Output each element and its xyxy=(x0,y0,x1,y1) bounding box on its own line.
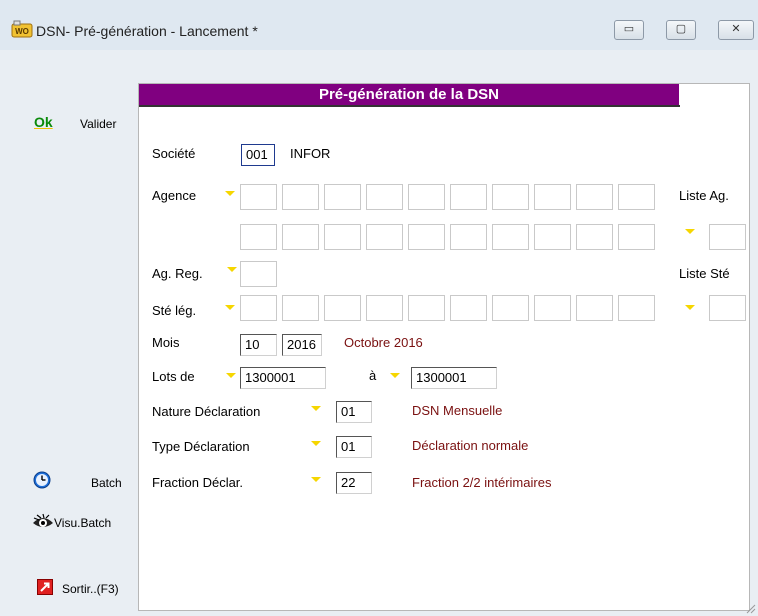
wo-app-icon: WO xyxy=(11,20,33,38)
ste-leg-box[interactable] xyxy=(282,295,319,321)
ste-leg-box[interactable] xyxy=(240,295,277,321)
agence-box[interactable] xyxy=(492,184,529,210)
agence-box[interactable] xyxy=(282,184,319,210)
maximize-button[interactable]: ▢ xyxy=(666,20,696,40)
minimize-button[interactable]: ▭ xyxy=(614,20,644,40)
type-label: Type Déclaration xyxy=(152,439,250,454)
agence-box[interactable] xyxy=(282,224,319,250)
liste-ag-label: Liste Ag. xyxy=(679,188,729,203)
eye-icon xyxy=(33,513,53,527)
ag-reg-field[interactable] xyxy=(240,261,277,287)
liste-ste-label: Liste Sté xyxy=(679,266,730,281)
title-bar: WO DSN- Pré-génération - Lancement * ▭ ▢… xyxy=(0,0,758,50)
agence-box[interactable] xyxy=(366,224,403,250)
societe-code-field[interactable]: 001 xyxy=(241,144,275,166)
agence-box[interactable] xyxy=(408,184,445,210)
fraction-dropdown-marker-icon[interactable] xyxy=(311,477,321,482)
agence-box[interactable] xyxy=(240,184,277,210)
type-text: Déclaration normale xyxy=(412,438,529,453)
agence-box[interactable] xyxy=(618,224,655,250)
ste-leg-box[interactable] xyxy=(450,295,487,321)
close-button[interactable]: ✕ xyxy=(718,20,754,40)
agence-box[interactable] xyxy=(450,184,487,210)
form-title: Pré-génération de la DSN xyxy=(139,84,679,106)
lots-from-dropdown-marker-icon[interactable] xyxy=(226,373,236,378)
clock-icon xyxy=(33,471,51,489)
agence-box[interactable] xyxy=(618,184,655,210)
resize-grip-icon[interactable] xyxy=(746,604,756,614)
agence-box[interactable] xyxy=(576,224,613,250)
a-label: à xyxy=(369,368,377,383)
agence-dropdown-marker-icon[interactable] xyxy=(225,191,235,196)
visu-batch-label: Visu.Batch xyxy=(54,516,112,530)
agence-box[interactable] xyxy=(450,224,487,250)
ste-leg-box[interactable] xyxy=(618,295,655,321)
ste-leg-label: Sté lég. xyxy=(152,303,197,318)
agence-box[interactable] xyxy=(240,224,277,250)
lots-label: Lots de xyxy=(152,369,195,384)
liste-ste-field[interactable] xyxy=(709,295,746,321)
fraction-field[interactable]: 22 xyxy=(336,472,372,494)
ag-reg-label: Ag. Reg. xyxy=(152,266,203,281)
annee-field[interactable]: 2016 xyxy=(282,334,322,356)
agence-box[interactable] xyxy=(324,184,361,210)
agence-box[interactable] xyxy=(534,184,571,210)
societe-name: INFOR xyxy=(290,146,331,161)
nature-text: DSN Mensuelle xyxy=(412,403,503,418)
exit-icon xyxy=(37,579,53,595)
ag-reg-dropdown-marker-icon[interactable] xyxy=(227,267,237,272)
agence-box[interactable] xyxy=(492,224,529,250)
mois-label: Mois xyxy=(152,335,180,350)
ste-leg-box[interactable] xyxy=(324,295,361,321)
societe-label: Société xyxy=(152,146,196,161)
ste-leg-box[interactable] xyxy=(408,295,445,321)
agence-box[interactable] xyxy=(366,184,403,210)
svg-text:WO: WO xyxy=(15,27,29,36)
batch-label: Batch xyxy=(91,476,122,490)
type-dropdown-marker-icon[interactable] xyxy=(311,441,321,446)
valider-label: Valider xyxy=(80,117,117,131)
fraction-label: Fraction Déclar. xyxy=(152,475,244,490)
nature-dropdown-marker-icon[interactable] xyxy=(311,406,321,411)
form-title-shadow xyxy=(139,105,680,107)
ste-leg-box[interactable] xyxy=(492,295,529,321)
window-title: DSN- Pré-génération - Lancement * xyxy=(36,23,258,39)
liste-ag-field[interactable] xyxy=(709,224,746,250)
liste-ag-dropdown-marker-icon[interactable] xyxy=(685,229,695,234)
form-panel xyxy=(138,83,750,611)
ok-icon: Ok xyxy=(34,114,53,130)
lots-from-field[interactable]: 1300001 xyxy=(240,367,326,389)
mois-text: Octobre 2016 xyxy=(344,335,423,350)
agence-box[interactable] xyxy=(408,224,445,250)
agence-box[interactable] xyxy=(576,184,613,210)
type-field[interactable]: 01 xyxy=(336,436,372,458)
fraction-text: Fraction 2/2 intérimaires xyxy=(412,475,552,490)
agence-box[interactable] xyxy=(324,224,361,250)
lots-to-dropdown-marker-icon[interactable] xyxy=(390,373,400,378)
ste-leg-box[interactable] xyxy=(534,295,571,321)
ste-leg-box[interactable] xyxy=(576,295,613,321)
ste-leg-dropdown-marker-icon[interactable] xyxy=(225,305,235,310)
sortir-label: Sortir..(F3) xyxy=(62,582,119,596)
mois-field[interactable]: 10 xyxy=(240,334,277,356)
agence-box[interactable] xyxy=(534,224,571,250)
ste-leg-box[interactable] xyxy=(366,295,403,321)
agence-label: Agence xyxy=(152,188,197,203)
liste-ste-dropdown-marker-icon[interactable] xyxy=(685,305,695,310)
nature-label: Nature Déclaration xyxy=(152,404,261,419)
lots-to-field[interactable]: 1300001 xyxy=(411,367,497,389)
nature-field[interactable]: 01 xyxy=(336,401,372,423)
